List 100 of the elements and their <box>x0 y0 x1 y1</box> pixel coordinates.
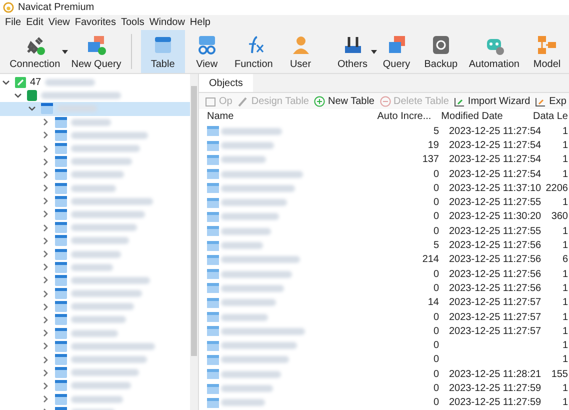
table-cell-text: 14 <box>426 297 440 308</box>
table-icon <box>55 235 67 246</box>
redaction-block <box>221 199 287 206</box>
column-header[interactable]: Name <box>199 111 374 122</box>
minus-circle-icon <box>380 96 390 107</box>
table-cell-text: 1 <box>561 383 569 394</box>
table-cell: 2023-12-25 11:27:54 <box>449 140 542 151</box>
table-icon <box>55 354 67 366</box>
table-cell: 2023-12-25 11:27:56 <box>449 254 542 266</box>
table-cell-text: 1 <box>561 197 569 208</box>
redaction-block <box>71 237 129 244</box>
menu-item[interactable]: View <box>48 17 70 28</box>
redaction-block <box>71 171 124 178</box>
toolbar-button[interactable]: New Query <box>66 30 127 73</box>
table-cell: 2023-12-25 11:27:54 <box>449 168 542 180</box>
import-icon <box>454 96 465 107</box>
table-icon <box>55 116 67 128</box>
table-cell: 2023-12-25 11:27:55 <box>449 197 542 208</box>
redaction-block <box>221 385 273 392</box>
tab[interactable]: Objects <box>199 74 253 92</box>
table-icon <box>207 212 219 222</box>
table-icon <box>207 369 219 380</box>
table-cell-text: 0 <box>432 397 440 408</box>
menu-item[interactable]: Tools <box>120 17 144 28</box>
redaction-block <box>71 224 137 232</box>
toolbar-button[interactable]: Others <box>330 30 375 73</box>
pencil-icon <box>237 96 248 107</box>
toolbar-button[interactable]: New Table <box>314 96 374 107</box>
toolbar-button[interactable]: Function <box>228 30 279 73</box>
table-icon <box>207 226 219 236</box>
toolbar-button[interactable]: View <box>184 30 229 73</box>
redaction-block <box>71 290 142 298</box>
chevron-icon[interactable] <box>14 92 23 100</box>
table-icon <box>55 301 67 312</box>
table-cell-text: 0 <box>432 326 440 337</box>
menu-item[interactable]: Edit <box>26 17 44 28</box>
menu-item[interactable]: Help <box>190 17 210 28</box>
toolbar-button[interactable]: Backup <box>418 30 464 73</box>
toolbar-button[interactable]: Table <box>140 30 185 73</box>
table-icon <box>55 130 67 141</box>
table-cell-text: 1 <box>561 140 569 151</box>
table-icon <box>55 394 67 405</box>
table-cell-text: 0 <box>432 383 440 394</box>
toolbar-button[interactable]: Query <box>374 30 419 73</box>
menu-item[interactable]: Window <box>149 17 185 28</box>
table-icon <box>55 262 67 273</box>
toolbar-button[interactable]: User <box>278 30 323 73</box>
toolbar-button[interactable]: Model <box>525 30 569 73</box>
table-cell-text: 155 <box>550 368 569 380</box>
table-cell-text: 1 <box>561 154 569 166</box>
table-icon <box>55 274 67 286</box>
redaction-block <box>221 314 268 321</box>
schema-icon <box>41 103 53 114</box>
redaction-block <box>71 145 140 152</box>
table-cell: 2023-12-25 11:28:21 <box>449 368 542 380</box>
redaction-block <box>221 142 274 149</box>
scrollbar[interactable] <box>190 74 198 410</box>
column-header[interactable]: Data Le <box>532 111 569 122</box>
redaction-block <box>71 382 131 390</box>
table-cell-text: 1 <box>561 168 569 180</box>
table-cell-text: 1 <box>561 340 569 352</box>
redaction-block <box>221 213 279 220</box>
table-cell-text: 0 <box>432 268 440 280</box>
chevron-icon[interactable] <box>2 78 11 87</box>
table-cell-text: 137 <box>421 154 440 166</box>
table-cell-text: 5 <box>432 126 440 137</box>
window-title: Navicat Premium <box>18 2 94 13</box>
table-cell: 2023-12-25 11:27:54 <box>449 126 542 137</box>
table-cell: 2023-12-25 11:27:56 <box>449 268 542 280</box>
toolbar-button[interactable]: Import Wizard <box>454 96 530 107</box>
table-icon <box>55 328 67 339</box>
export-icon <box>535 96 546 107</box>
table-cell-text: 6 <box>561 254 569 266</box>
toolbar-button[interactable]: Connection <box>4 30 66 73</box>
table-cell: 2023-12-25 11:27:57 <box>449 312 542 323</box>
redaction-block <box>221 284 284 292</box>
redaction-block <box>71 330 118 337</box>
table-cell: 2023-12-25 11:27:57 <box>449 326 542 337</box>
table-cell-text: 1 <box>561 397 569 408</box>
toolbar-button[interactable]: Automation <box>463 30 525 73</box>
chevron-icon[interactable] <box>28 104 37 113</box>
table-cell-text: 0 <box>432 197 440 208</box>
table-icon <box>207 140 219 150</box>
table-cell-text: 0 <box>432 340 440 352</box>
table-icon <box>207 298 219 308</box>
table-icon <box>207 269 219 280</box>
table-cell-text: 19 <box>426 140 440 151</box>
toolbar-button[interactable]: Exp <box>535 96 566 107</box>
redaction-block <box>71 158 132 166</box>
table-icon <box>207 254 219 265</box>
menu-item[interactable]: Favorites <box>74 17 116 28</box>
connection-name[interactable]: 47 <box>30 77 42 88</box>
table-cell: 2023-12-25 11:27:57 <box>449 297 542 308</box>
table-icon <box>55 156 67 168</box>
menu-item[interactable]: File <box>5 17 22 28</box>
table-cell-text: 5 <box>432 240 440 252</box>
table-icon <box>207 154 219 165</box>
column-header[interactable]: Auto Incre... <box>373 111 438 122</box>
table-cell-text: 1 <box>561 312 569 323</box>
column-header[interactable]: Modified Date <box>437 111 533 122</box>
